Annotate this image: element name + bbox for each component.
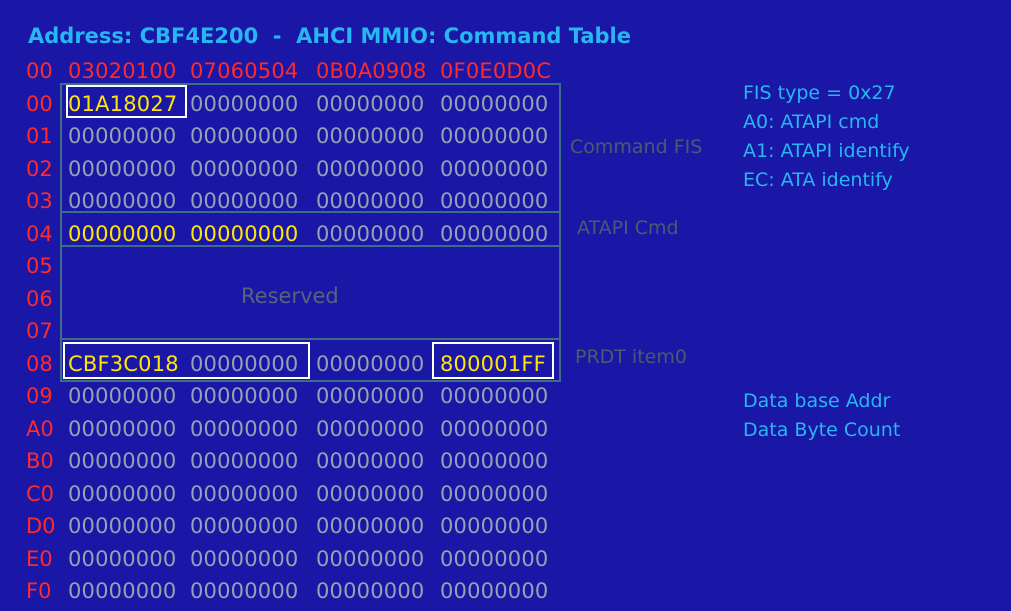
row-offset-label: 09 xyxy=(26,384,53,408)
row-offset-label: F0 xyxy=(26,579,52,603)
data-base-addr-highlight xyxy=(63,342,310,379)
dword-value: 00000000 xyxy=(190,579,299,603)
row-offset-label: 03 xyxy=(26,189,53,213)
dword-value: 00000000 xyxy=(316,449,425,473)
dword-value: 00000000 xyxy=(440,579,549,603)
note-ata-identify: EC: ATA identify xyxy=(743,169,893,191)
dword-value: 00000000 xyxy=(68,546,177,571)
row-offset-label: B0 xyxy=(26,449,54,473)
dword-value: 00000000 xyxy=(190,514,299,538)
row-offset-label: D0 xyxy=(26,514,56,538)
dword-value: 00000000 xyxy=(190,449,299,473)
command-fis-label: Command FIS xyxy=(570,136,703,158)
column-header: 0B0A0908 xyxy=(316,59,427,83)
dword-value: 00000000 xyxy=(316,546,425,571)
row-offset-label: 00 xyxy=(26,91,53,116)
fis-notes: FIS type = 0x27 A0: ATAPI cmd A1: ATAPI … xyxy=(743,79,910,195)
dword-value: 00000000 xyxy=(316,579,425,603)
prdt-notes: Data base Addr Data Byte Count xyxy=(743,387,900,445)
reserved-label: Reserved xyxy=(241,284,339,308)
atapi-cmd-region xyxy=(60,211,561,247)
row-offset-label: 08 xyxy=(26,351,53,376)
dword-value: 00000000 xyxy=(190,546,299,571)
note-fis-type: FIS type = 0x27 xyxy=(743,82,896,104)
dword-value: 00000000 xyxy=(440,416,549,441)
row-offset-label: 02 xyxy=(26,156,53,181)
data-byte-count-highlight xyxy=(432,342,554,379)
row-offset-label: 04 xyxy=(26,221,53,246)
row-offset-label: A0 xyxy=(26,416,54,441)
dword-value: 00000000 xyxy=(316,384,425,408)
dword-value: 00000000 xyxy=(190,384,299,408)
atapi-cmd-label: ATAPI Cmd xyxy=(577,217,679,239)
page-title: Address: CBF4E200 - AHCI MMIO: Command T… xyxy=(28,24,632,48)
dword-value: 00000000 xyxy=(68,481,177,506)
fis-type-highlight xyxy=(66,85,187,118)
row-offset-label: 05 xyxy=(26,254,53,278)
dword-value: 00000000 xyxy=(440,546,549,571)
note-data-base-addr: Data base Addr xyxy=(743,390,891,412)
note-atapi-identify: A1: ATAPI identify xyxy=(743,140,910,162)
dword-value: 00000000 xyxy=(68,416,177,441)
dword-value: 00000000 xyxy=(440,481,549,506)
row-offset-label: 01 xyxy=(26,124,53,148)
note-data-byte-count: Data Byte Count xyxy=(743,419,901,441)
dword-value: 00000000 xyxy=(68,579,177,603)
prdt-item-label: PRDT item0 xyxy=(575,346,687,368)
note-atapi-cmd: A0: ATAPI cmd xyxy=(743,111,880,133)
column-header: 07060504 xyxy=(190,59,299,83)
dword-value: 00000000 xyxy=(316,416,425,441)
dword-value: 00000000 xyxy=(440,449,549,473)
column-header: 03020100 xyxy=(68,59,177,83)
row-offset-label: C0 xyxy=(26,481,55,506)
dword-value: 00000000 xyxy=(68,514,177,538)
dword-value: 00000000 xyxy=(68,449,177,473)
column-header: 0F0E0D0C xyxy=(440,59,552,83)
row-offset-label: 07 xyxy=(26,319,53,343)
dword-value: 00000000 xyxy=(316,514,425,538)
row-offset-label: E0 xyxy=(26,546,53,571)
row-offset-label: 06 xyxy=(26,286,53,311)
row-offset-label: 00 xyxy=(26,59,53,83)
dword-value: 00000000 xyxy=(316,481,425,506)
dword-value: 00000000 xyxy=(440,514,549,538)
dword-value: 00000000 xyxy=(440,384,549,408)
dword-value: 00000000 xyxy=(190,416,299,441)
dword-value: 00000000 xyxy=(190,481,299,506)
dword-value: 00000000 xyxy=(68,384,177,408)
